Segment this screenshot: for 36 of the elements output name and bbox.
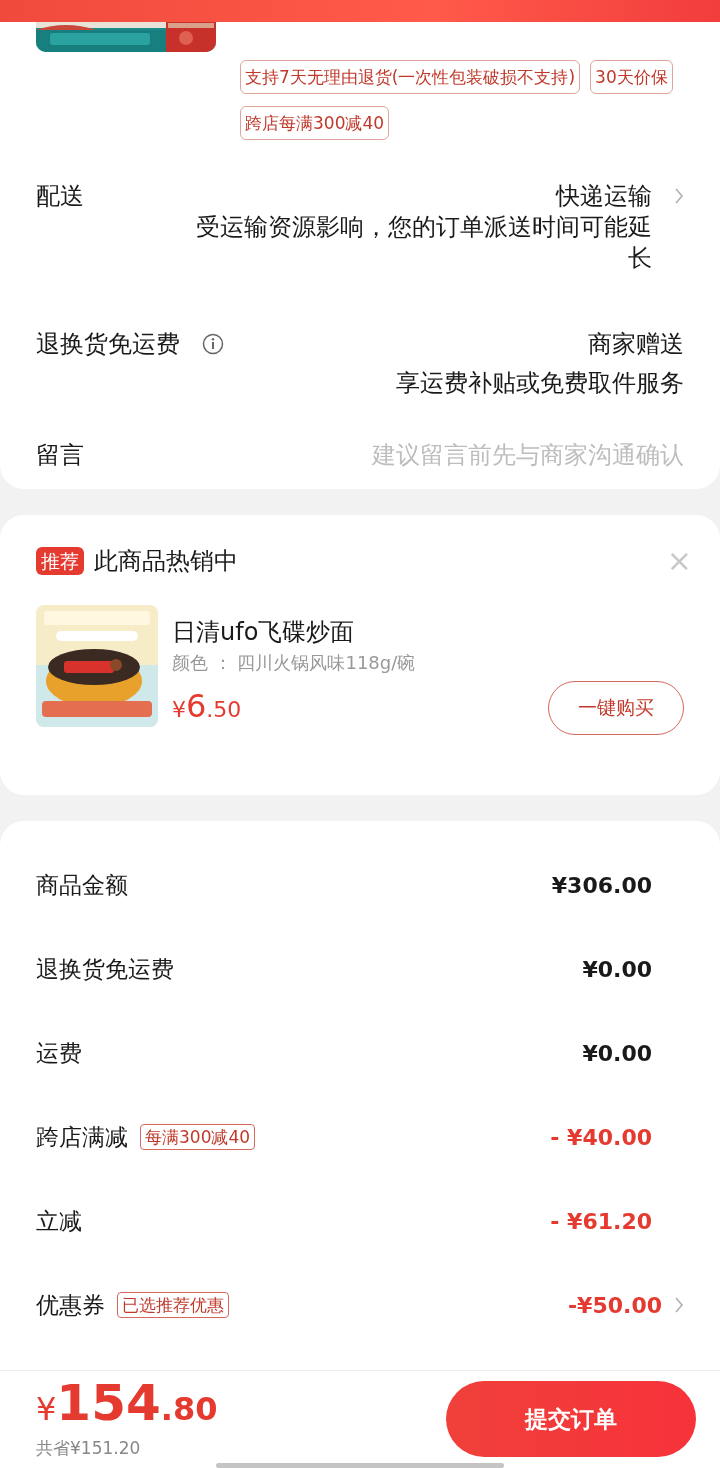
section-title: 此商品热销中 xyxy=(94,546,238,577)
chevron-icon xyxy=(674,1296,684,1314)
fee-label: 运费 xyxy=(36,1038,82,1068)
buy-now-button[interactable]: 一键购买 xyxy=(548,681,684,735)
fee-label: 优惠券 xyxy=(36,1290,105,1320)
fee-amount: ¥0.00 xyxy=(582,956,652,982)
fee-amount: - ¥40.00 xyxy=(550,1124,652,1150)
promo-tag: 已选推荐优惠 xyxy=(117,1292,229,1318)
product-spec: 颜色 ： 四川火锅风味118g/碗 xyxy=(172,651,416,675)
row-value: 商家赠送 xyxy=(588,329,684,360)
service-tag: 支持7天无理由退货(一次性包装破损不支持) xyxy=(240,60,581,94)
row-label: 配送 xyxy=(36,181,84,212)
total-price: ¥154.80 xyxy=(36,1373,218,1434)
fee-amount[interactable]: -¥50.00 xyxy=(567,1292,662,1318)
delivery-note: 受运输资源影响，您的订单派送时间可能延长 xyxy=(195,212,652,274)
product-price: ¥6.50 xyxy=(172,687,243,725)
fee-label: 立减 xyxy=(36,1206,82,1236)
service-tag: 跨店每满300减40 xyxy=(240,106,390,140)
chevron-icon xyxy=(674,187,684,205)
recommend-badge: 推荐 xyxy=(36,547,84,575)
fee-label: 退换货免运费 xyxy=(36,954,174,984)
service-tag: 30天价保 xyxy=(590,60,673,94)
product-name[interactable]: 日清ufo飞碟炒面 xyxy=(172,617,416,647)
fee-label: 商品金额 xyxy=(36,870,128,900)
delivery-method[interactable]: 快递运输 xyxy=(556,180,652,212)
savings-text: 共省¥151.20 xyxy=(36,1437,141,1460)
info-icon[interactable] xyxy=(202,333,224,355)
submit-order-button[interactable]: 提交订单 xyxy=(446,1381,696,1457)
fee-amount: - ¥61.20 xyxy=(550,1208,652,1234)
fee-amount: ¥306.00 xyxy=(551,872,652,898)
promo-tag: 每满300减40 xyxy=(140,1124,256,1150)
service-note: 享运费补贴或免费取件服务 xyxy=(396,368,684,399)
row-label: 留言 xyxy=(36,440,84,471)
fee-label: 跨店满减 xyxy=(36,1122,128,1152)
row-label: 退换货免运费 xyxy=(36,329,180,360)
fee-amount: ¥0.00 xyxy=(582,1040,652,1066)
